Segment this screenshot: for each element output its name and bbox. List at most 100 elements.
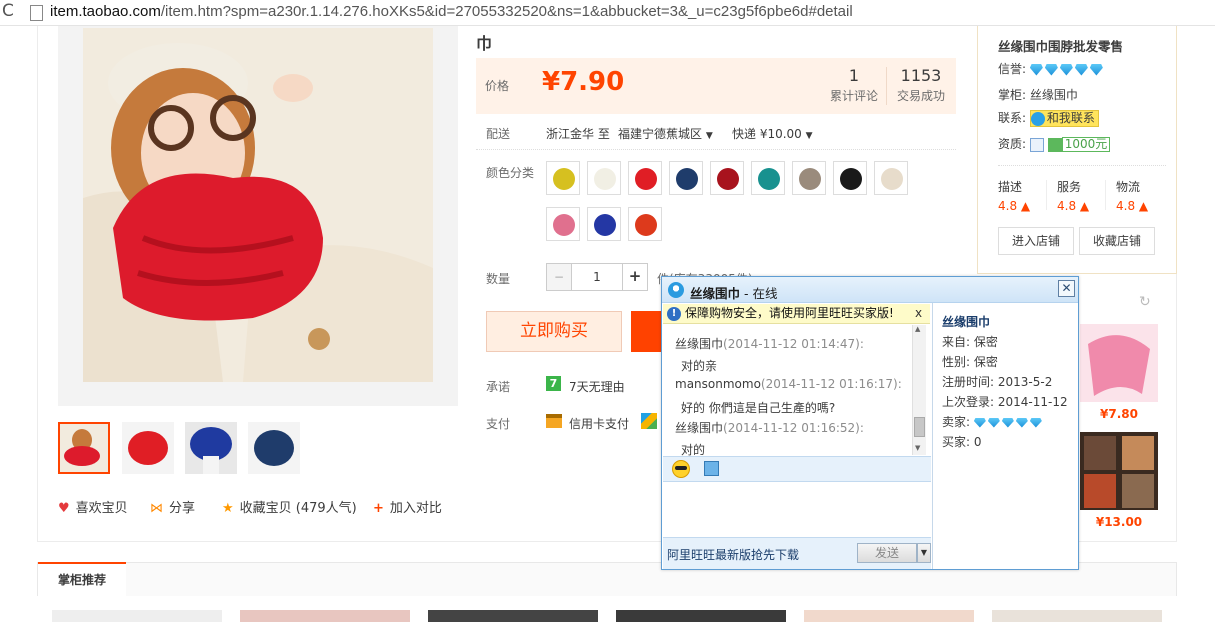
share-link[interactable]: ⋈ 分享	[150, 497, 195, 516]
thumbnail-2[interactable]	[122, 422, 174, 474]
reload-icon[interactable]: C	[2, 1, 14, 21]
screenshot-icon[interactable]	[704, 461, 719, 476]
info-icon: !	[667, 307, 681, 321]
color-swatch[interactable]	[874, 161, 908, 195]
chat-scrollbar[interactable]: ▲ ▼	[912, 325, 926, 455]
thumbnail-1[interactable]	[58, 422, 110, 474]
score-logistics: 物流 4.8 ▲	[1116, 180, 1149, 213]
share-icon: ⋈	[150, 501, 163, 516]
emoji-icon[interactable]	[672, 460, 690, 478]
like-link[interactable]: ♥ 喜欢宝贝	[58, 497, 128, 516]
contact-info-panel: 丝缘围巾 来自: 保密 性别: 保密 注册时间: 2013-5-2 上次登录: …	[932, 303, 1078, 569]
send-button[interactable]: 发送	[857, 543, 917, 563]
close-icon[interactable]: ✕	[1058, 280, 1075, 297]
contact-gender: 性别: 保密	[942, 355, 998, 369]
color-swatch[interactable]	[587, 161, 621, 195]
contact-seller-rating: 卖家:	[942, 413, 1044, 430]
caret-down-icon: ▼	[705, 131, 713, 141]
color-label: 颜色分类	[486, 166, 535, 180]
deposit-badge[interactable]: 1000元	[1061, 137, 1111, 152]
color-swatch[interactable]	[833, 161, 867, 195]
recommend-item[interactable]	[616, 610, 786, 622]
security-warning: ! 保障购物安全，请使用阿里旺旺买家版! x	[663, 304, 930, 324]
buy-now-button[interactable]: 立即购买	[486, 311, 622, 352]
close-warning-icon[interactable]: x	[915, 304, 922, 323]
product-title: 巾	[476, 34, 493, 53]
thumbnail-3[interactable]	[185, 422, 237, 474]
qty-minus-button[interactable]: −	[546, 263, 572, 291]
qty-plus-button[interactable]: +	[622, 263, 648, 291]
score-service: 服务 4.8 ▲	[1057, 180, 1090, 213]
related-item-price[interactable]: ¥7.80	[1080, 407, 1158, 421]
chat-message-header: 丝缘围巾(2014-11-12 01:16:52):	[675, 421, 864, 435]
color-swatch[interactable]	[710, 161, 744, 195]
recommend-item[interactable]	[804, 610, 974, 622]
related-item-image[interactable]	[1080, 432, 1158, 510]
chat-input[interactable]	[663, 482, 931, 537]
ship-method-select[interactable]: 快递 ¥10.00 ▼	[732, 125, 813, 142]
id-card-icon	[1029, 137, 1044, 152]
deposit-icon	[1047, 137, 1062, 152]
thumbnail-4[interactable]	[248, 422, 300, 474]
related-item-price[interactable]: ¥13.00	[1080, 515, 1158, 529]
contact-reg-date: 注册时间: 2013-5-2	[942, 375, 1053, 389]
reviews-counter[interactable]: 1 累计评论	[822, 66, 886, 104]
chat-message-header: mansonmomo(2014-11-12 01:16:17):	[675, 377, 902, 391]
recommend-item[interactable]	[428, 610, 598, 622]
ship-from: 浙江金华 至	[546, 127, 610, 141]
color-swatch[interactable]	[792, 161, 826, 195]
qty-input[interactable]: 1	[571, 263, 623, 291]
refresh-icon[interactable]: ↻	[1139, 294, 1151, 310]
divider	[1105, 180, 1106, 210]
arrow-up-icon: ▲	[1138, 199, 1149, 213]
favorite-link[interactable]: ★ 收藏宝贝 (479人气)	[222, 497, 357, 516]
url-text[interactable]: item.taobao.com/item.htm?spm=a230r.1.14.…	[50, 3, 853, 20]
compare-link[interactable]: + 加入对比	[373, 497, 442, 516]
main-product-photo	[83, 28, 433, 382]
shop-name[interactable]: 丝缘围巾围脖批发零售	[998, 36, 1123, 55]
enter-shop-button[interactable]: 进入店铺	[998, 227, 1074, 255]
scroll-up-icon[interactable]: ▲	[915, 325, 920, 333]
wangwang-icon	[1030, 111, 1045, 126]
diamond-icon	[973, 415, 1044, 429]
color-swatch[interactable]	[628, 161, 662, 195]
payment-app-icon	[641, 413, 657, 429]
caret-down-icon: ▼	[805, 131, 813, 141]
color-swatch[interactable]	[546, 207, 580, 241]
contact-last-login: 上次登录: 2014-11-12	[942, 395, 1068, 409]
recommend-item[interactable]	[240, 610, 410, 622]
chat-titlebar[interactable]: 丝缘围巾 - 在线 ✕	[662, 277, 1078, 303]
scroll-down-icon[interactable]: ▼	[915, 444, 920, 452]
shop-reputation: 信誉:	[998, 60, 1105, 77]
recommend-item[interactable]	[992, 610, 1162, 622]
related-item-image[interactable]	[1080, 324, 1158, 402]
color-swatch[interactable]	[628, 207, 662, 241]
promise-text[interactable]: 7天无理由	[569, 378, 625, 395]
address-bar[interactable]: C item.taobao.com/item.htm?spm=a230r.1.1…	[0, 0, 1215, 26]
contact-me-button[interactable]: 和我联系	[1029, 110, 1099, 127]
wangwang-chat-window[interactable]: 丝缘围巾 - 在线 ✕ ! 保障购物安全，请使用阿里旺旺买家版! x 丝缘围巾(…	[661, 276, 1079, 570]
download-link[interactable]: 阿里旺旺最新版抢先下载	[667, 546, 799, 563]
ship-to-select[interactable]: 福建宁德蕉城区 ▼	[618, 125, 713, 142]
arrow-up-icon: ▲	[1020, 199, 1031, 213]
sales-counter: 1153 交易成功	[896, 66, 945, 103]
credit-card-icon	[546, 414, 562, 428]
wangwang-icon	[668, 282, 684, 298]
contact-buyer-rating: 买家: 0	[942, 435, 982, 449]
score-description: 描述 4.8 ▲	[998, 180, 1031, 213]
favorite-shop-button[interactable]: 收藏店铺	[1079, 227, 1155, 255]
tab-shop-recommend[interactable]: 掌柜推荐	[38, 562, 126, 597]
star-icon: ★	[222, 501, 234, 516]
payment-label: 支付	[486, 417, 511, 431]
color-swatch[interactable]	[751, 161, 785, 195]
shipping-label: 配送	[486, 127, 511, 141]
chat-toolbar	[663, 456, 931, 482]
payment-text[interactable]: 信用卡支付	[569, 415, 629, 432]
color-swatch[interactable]	[546, 161, 580, 195]
scrollbar-thumb[interactable]	[914, 417, 925, 437]
recommend-item[interactable]	[52, 610, 222, 622]
quantity-label: 数量	[486, 272, 511, 286]
color-swatch[interactable]	[669, 161, 703, 195]
send-options-icon[interactable]: ▼	[917, 543, 931, 563]
color-swatch[interactable]	[587, 207, 621, 241]
